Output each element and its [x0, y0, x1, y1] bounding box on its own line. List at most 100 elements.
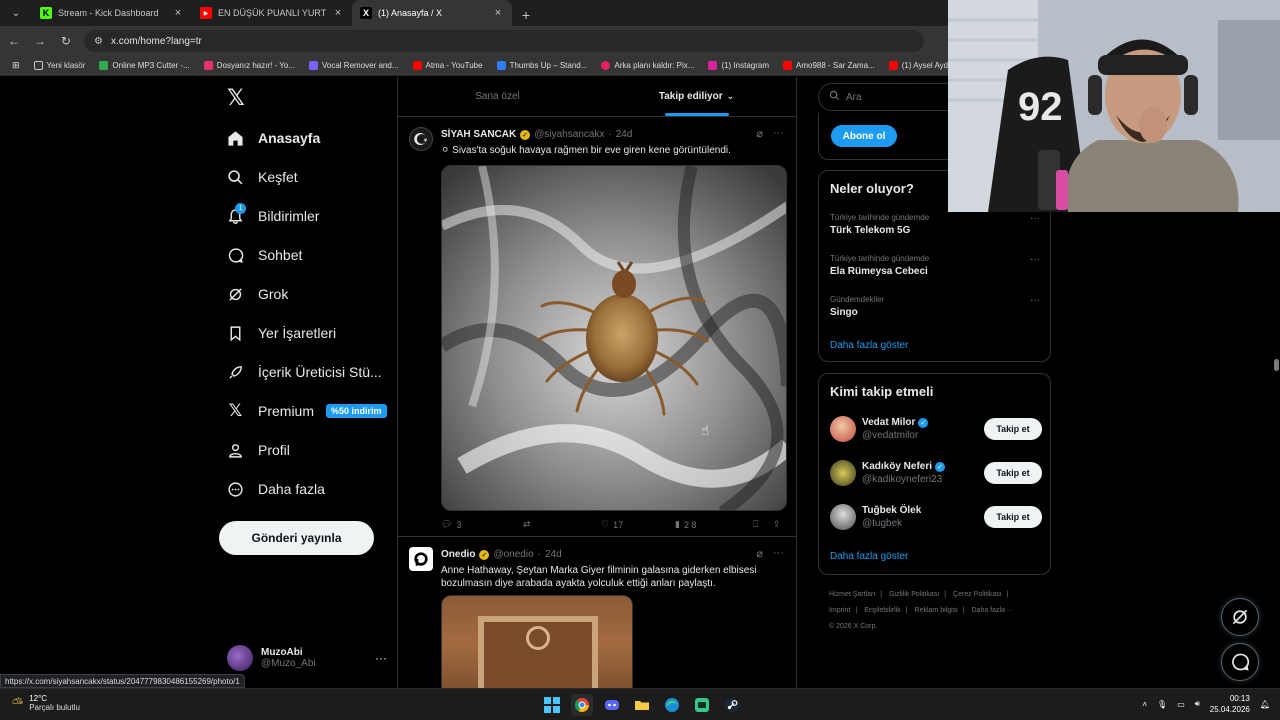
follow-suggestion[interactable]: Vedat Milor ✓ @vedatmilor Takip et — [830, 412, 1042, 446]
clock[interactable]: 00:13 25.04.2026 — [1210, 693, 1250, 715]
bookmark-item[interactable]: (1) Instagram — [702, 61, 775, 70]
more-dots-icon[interactable]: ··· — [1030, 213, 1040, 224]
chrome-icon[interactable] — [571, 694, 593, 716]
tab-search-chevron-icon[interactable]: ⌄ — [4, 2, 28, 24]
more-dots-icon[interactable]: ··· — [1030, 295, 1040, 306]
close-tab-icon[interactable]: × — [332, 7, 344, 19]
trend-item[interactable]: Türkiye tarihinde gündemde Ela Rümeysa C… — [830, 254, 1040, 277]
tab-for-you[interactable]: Sana özel — [398, 77, 597, 116]
follow-button[interactable]: Takip et — [984, 462, 1042, 484]
tweet-avatar[interactable] — [409, 547, 433, 571]
bookmark-item[interactable]: Atma - YouTube — [407, 61, 489, 70]
bookmark-item[interactable]: Arka planı kaldır: Pix... — [595, 61, 700, 70]
nav-item-chat[interactable]: Sohbet — [227, 242, 302, 268]
file-explorer-icon[interactable] — [631, 694, 653, 716]
nav-item-bookmarks[interactable]: Yer İşaretleri — [227, 320, 336, 346]
chevron-up-icon[interactable]: ˄ — [1142, 700, 1147, 709]
footer-link[interactable]: Imprint — [829, 607, 850, 614]
tweet-author-name[interactable]: Onedio — [441, 549, 475, 560]
footer-link[interactable]: Çerez Politikası — [953, 591, 1002, 598]
tweet-video[interactable] — [441, 595, 633, 688]
footer-link[interactable]: Hizmet Şartları — [829, 591, 875, 598]
bookmark-item[interactable]: Amo988 - Sar Zama... — [777, 61, 881, 70]
address-bar[interactable]: ⚙ x.com/home?lang=tr — [84, 30, 924, 52]
share-action[interactable]: ⇪ — [773, 519, 781, 530]
edge-icon[interactable] — [661, 694, 683, 716]
bookmark-item[interactable]: Thumbs Up – Stand... — [491, 61, 594, 70]
like-action[interactable]: ♡ 17 — [601, 519, 675, 530]
steam-icon[interactable] — [721, 694, 743, 716]
discord-icon[interactable] — [601, 694, 623, 716]
site-info-icon[interactable]: ⚙ — [94, 36, 103, 47]
reload-icon[interactable]: ↻ — [54, 29, 78, 53]
new-tab-plus-icon[interactable]: + — [516, 4, 536, 26]
nav-item-more[interactable]: Daha fazla — [227, 476, 325, 502]
footer-link[interactable]: Reklam bilgisi — [915, 607, 958, 614]
bookmark-action[interactable]: ⎕ — [753, 519, 773, 530]
bookmark-item[interactable]: Vocal Remover and... — [303, 61, 404, 70]
x-logo-icon[interactable]: 𝕏 — [227, 87, 249, 109]
volume-icon[interactable]: 🔊︎ — [1195, 699, 1200, 709]
notifications-icon[interactable]: 🔔︎ — [1260, 700, 1270, 709]
green-app-icon[interactable] — [691, 694, 713, 716]
nav-item-grok[interactable]: Grok — [227, 281, 288, 307]
browser-tab-x[interactable]: X (1) Anasayfa / X × — [352, 0, 512, 26]
bookmark-item[interactable]: Yeni klasör — [28, 61, 92, 70]
footer-link[interactable]: Daha fazla ··· — [972, 607, 1014, 614]
tweet-card[interactable]: Onedio ✓ @onedio · 24d ⌀ ··· Anne Hathaw… — [398, 537, 796, 688]
follow-suggestion[interactable]: Kadıköy Neferi ✓ @kadikoyneferi23 Takip e… — [830, 456, 1042, 490]
windows-start-icon[interactable] — [541, 694, 563, 716]
more-dots-icon[interactable]: ··· — [773, 547, 784, 560]
nav-item-premium[interactable]: 𝕏 Premium %50 indirim — [227, 398, 387, 424]
tweet-author-handle[interactable]: @onedio — [493, 549, 533, 560]
account-switcher[interactable]: MuzoAbi @Muzo_Abi ··· — [227, 643, 387, 673]
post-button[interactable]: Gönderi yayınla — [219, 521, 374, 555]
messages-fab-button[interactable] — [1221, 643, 1259, 681]
follow-button[interactable]: Takip et — [984, 418, 1042, 440]
footer-link[interactable]: Erişilebilirlik — [864, 607, 901, 614]
nav-item-explore[interactable]: Keşfet — [227, 164, 298, 190]
tab-following[interactable]: Takip ediliyor ⌄ — [597, 77, 796, 116]
footer-link[interactable]: Gizlilik Politikası — [889, 591, 939, 598]
tweet-time[interactable]: 24d — [545, 549, 562, 560]
reply-action[interactable]: 💬︎ 3 — [441, 519, 523, 530]
grok-icon[interactable]: ⌀ — [756, 127, 763, 140]
tweet-avatar[interactable] — [409, 127, 433, 151]
close-tab-icon[interactable]: × — [172, 7, 184, 19]
trend-item[interactable]: Türkiye tarihinde gündemde Türk Telekom … — [830, 213, 1040, 236]
trend-item[interactable]: Gündemdekiler Singo ··· — [830, 295, 1040, 318]
nav-item-notifications[interactable]: 1 Bildirimler — [227, 202, 319, 229]
tweet-card[interactable]: SİYAH SANCAK ✓ @siyahsancakx · 24d ⌀ ···… — [398, 117, 796, 537]
tweet-photo[interactable] — [441, 165, 787, 511]
back-arrow-icon[interactable]: ← — [2, 29, 26, 53]
more-dots-icon[interactable]: ··· — [1030, 254, 1040, 265]
nav-item-creator-studio[interactable]: İçerik Üreticisi Stü... — [227, 359, 382, 385]
grok-icon[interactable]: ⌀ — [756, 547, 763, 560]
browser-tab-kick[interactable]: K Stream - Kick Dashboard × — [32, 0, 192, 26]
more-dots-icon[interactable]: ··· — [773, 127, 784, 140]
tweet-time[interactable]: 24d — [616, 129, 633, 140]
tweet-author-handle[interactable]: @siyahsancakx — [534, 129, 604, 140]
scrollbar-thumb[interactable] — [1274, 359, 1279, 371]
grok-fab-button[interactable] — [1221, 598, 1259, 636]
trends-show-more-link[interactable]: Daha fazla göster — [830, 340, 908, 351]
network-icon[interactable]: ▭ — [1177, 700, 1185, 709]
forward-arrow-icon[interactable]: → — [28, 29, 52, 53]
bookmark-item[interactable]: Dosyanız hazır! - Yo... — [198, 61, 301, 70]
tweet-author-name[interactable]: SİYAH SANCAK — [441, 129, 516, 140]
more-dots-icon[interactable]: ··· — [375, 651, 387, 665]
who-to-follow-show-more-link[interactable]: Daha fazla göster — [830, 551, 908, 562]
views-action[interactable]: ▮ 2 8 — [675, 519, 753, 530]
microphone-icon[interactable]: 🎙︎ — [1157, 700, 1167, 709]
nav-item-profile[interactable]: Profil — [227, 437, 290, 463]
follow-suggestion[interactable]: Tuğbek Ölek @tugbek Takip et — [830, 500, 1042, 534]
nav-item-home[interactable]: Anasayfa — [227, 125, 320, 151]
weather-widget[interactable]: ⛅︎ 12°C Parçalı bulutlu — [12, 694, 80, 712]
close-tab-icon[interactable]: × — [492, 7, 504, 19]
retweet-action[interactable]: ⇄ — [523, 519, 601, 530]
subscribe-button[interactable]: Abone ol — [831, 125, 897, 147]
bookmark-item[interactable]: Online MP3 Cutter -... — [93, 61, 195, 70]
follow-button[interactable]: Takip et — [984, 506, 1042, 528]
apps-grid-icon[interactable]: ⊞ — [6, 60, 26, 71]
browser-tab-youtube[interactable]: ▶ EN DÜŞÜK PUANLI YURT DIŞI T × — [192, 0, 352, 26]
